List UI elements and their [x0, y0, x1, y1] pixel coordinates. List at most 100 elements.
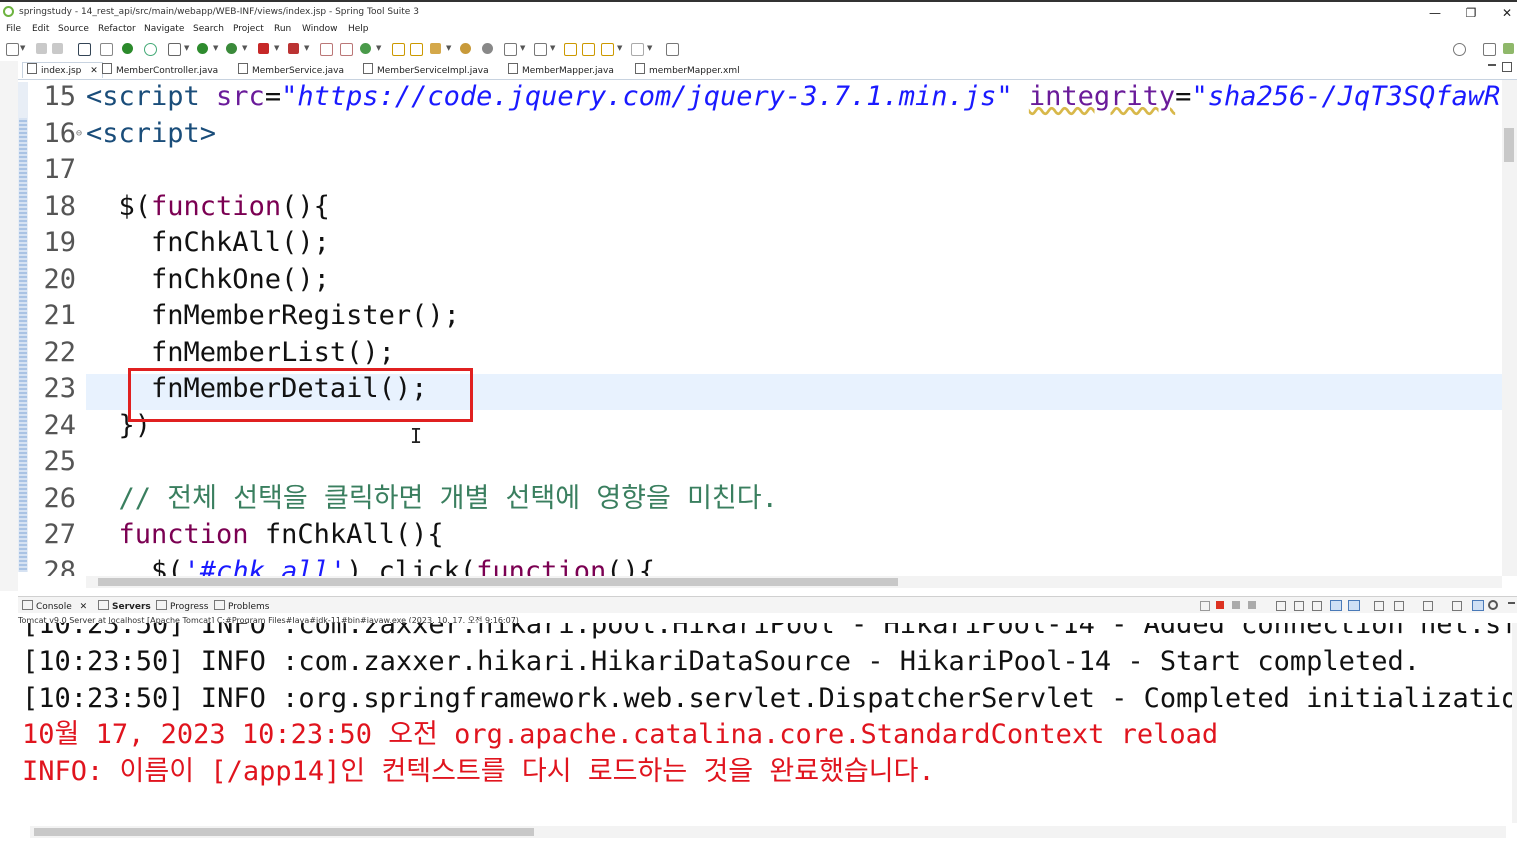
globe-icon[interactable] — [482, 43, 493, 54]
tab-member-service[interactable]: MemberService.java — [238, 63, 344, 78]
debug-icon[interactable] — [168, 43, 181, 56]
open-task-icon[interactable] — [410, 43, 423, 56]
external-tools-icon[interactable] — [288, 43, 299, 54]
editor-horizontal-scroll-thumb[interactable] — [98, 578, 898, 586]
skip-breakpoints-icon[interactable] — [100, 43, 113, 56]
code-token: // 전체 선택을 클릭하면 개별 선택에 영향을 미친다. — [86, 482, 778, 514]
clear-console-icon[interactable] — [1276, 601, 1286, 611]
menu-file[interactable]: File — [6, 24, 21, 34]
open-perspective-icon[interactable] — [1483, 43, 1496, 56]
editor-vertical-scroll-thumb[interactable] — [1504, 128, 1514, 162]
display-selected-console-icon[interactable] — [1394, 601, 1404, 611]
line-number: 26 — [43, 482, 76, 514]
menu-source[interactable]: Source — [58, 24, 89, 34]
close-button[interactable]: ✕ — [1492, 4, 1517, 22]
search-icon[interactable] — [1453, 43, 1466, 56]
last-edit-icon[interactable] — [564, 43, 577, 56]
chevron-down-icon[interactable]: ▼ — [274, 44, 279, 52]
chevron-down-icon[interactable]: ▼ — [647, 44, 652, 52]
tab-index-jsp[interactable]: index.jsp ✕ — [22, 62, 103, 78]
refresh-icon[interactable] — [144, 43, 157, 56]
pin-editor-icon[interactable] — [666, 43, 679, 56]
tab-member-service-impl[interactable]: MemberServiceImpl.java — [363, 63, 489, 78]
minimize-button[interactable]: — — [1420, 4, 1450, 22]
show-on-stdout-icon[interactable] — [1330, 600, 1342, 611]
restore-button[interactable]: ❐ — [1456, 4, 1486, 22]
word-wrap-icon[interactable] — [1312, 601, 1322, 611]
tab-console[interactable]: Console ✕ — [22, 600, 87, 612]
chevron-down-icon[interactable]: ▼ — [617, 44, 622, 52]
console-line: [10:23:50] INFO :org.springframework.web… — [22, 682, 1512, 714]
chevron-down-icon[interactable]: ▼ — [520, 44, 525, 52]
console-horizontal-scroll-thumb[interactable] — [34, 828, 534, 836]
chevron-down-icon[interactable]: ▼ — [446, 44, 451, 52]
stop-icon[interactable] — [258, 43, 269, 54]
chevron-down-icon[interactable]: ▼ — [376, 44, 381, 52]
chevron-down-icon[interactable]: ▼ — [242, 44, 247, 52]
code-editor[interactable]: 15 <script src="https://code.jquery.com/j… — [28, 80, 1502, 576]
back-icon[interactable] — [582, 43, 595, 56]
minimize-console-icon[interactable] — [1508, 602, 1515, 604]
menu-run[interactable]: Run — [274, 24, 291, 34]
chevron-down-icon[interactable]: ▼ — [20, 44, 25, 52]
maximize-editor-icon[interactable] — [1502, 62, 1512, 72]
tab-member-mapper-xml[interactable]: memberMapper.xml — [635, 63, 740, 78]
chevron-down-icon[interactable]: ▼ — [304, 44, 309, 52]
code-token: = — [264, 81, 282, 112]
forward-icon[interactable] — [601, 43, 614, 56]
next-annotation-icon[interactable] — [504, 43, 517, 56]
tab-member-controller[interactable]: MemberController.java — [102, 63, 218, 78]
open-console-icon[interactable] — [78, 43, 91, 56]
minimize-editor-icon[interactable] — [1488, 64, 1496, 66]
menu-project[interactable]: Project — [233, 24, 264, 34]
line-number: 27 — [43, 519, 76, 550]
console-vertical-scrollbar[interactable] — [1512, 623, 1517, 823]
close-icon[interactable]: ✕ — [80, 602, 88, 612]
menu-edit[interactable]: Edit — [32, 24, 49, 34]
run-icon[interactable] — [197, 43, 208, 54]
scroll-lock-icon[interactable] — [1294, 601, 1304, 611]
forward-disabled-icon[interactable] — [631, 43, 644, 56]
tab-label: Progress — [170, 602, 209, 612]
new-icon[interactable] — [6, 43, 19, 56]
menu-help[interactable]: Help — [348, 24, 369, 34]
chevron-down-icon[interactable]: ▼ — [184, 44, 189, 52]
tab-progress[interactable]: Progress — [156, 600, 208, 612]
open-folder-icon[interactable] — [460, 43, 471, 54]
save-icon[interactable] — [36, 43, 47, 54]
new-package-icon[interactable] — [340, 43, 353, 56]
tab-member-mapper-java[interactable]: MemberMapper.java — [508, 63, 614, 78]
terminate-all-icon[interactable] — [1200, 601, 1210, 611]
coverage-icon[interactable] — [226, 43, 237, 54]
remove-all-terminated-icon[interactable] — [1248, 601, 1256, 609]
terminate-icon[interactable] — [1216, 601, 1224, 609]
spring-perspective-icon[interactable] — [1503, 43, 1514, 54]
menu-window[interactable]: Window — [302, 24, 338, 34]
previous-annotation-icon[interactable] — [534, 43, 547, 56]
view-menu-icon[interactable] — [1452, 601, 1462, 611]
tab-servers[interactable]: Servers — [98, 600, 151, 612]
open-console-icon[interactable] — [1423, 601, 1433, 611]
start-server-icon[interactable] — [122, 43, 133, 54]
new-class-icon[interactable] — [360, 43, 371, 54]
chevron-down-icon[interactable]: ▼ — [213, 44, 218, 52]
link-icon[interactable] — [1472, 600, 1484, 611]
new-java-project-icon[interactable] — [320, 43, 333, 56]
show-on-stderr-icon[interactable] — [1348, 600, 1360, 611]
menu-refactor[interactable]: Refactor — [98, 24, 136, 34]
chevron-down-icon[interactable]: ▼ — [550, 44, 555, 52]
console-output[interactable]: [10:23:50] INFO :com.zaxxer.hikari.pool.… — [18, 623, 1512, 823]
open-type-icon[interactable] — [392, 43, 405, 56]
fold-toggle-icon[interactable]: ⊖ — [76, 116, 82, 152]
close-icon[interactable]: ✕ — [90, 66, 98, 76]
gear-icon[interactable] — [1488, 600, 1498, 610]
editor-tab-bar: index.jsp ✕ MemberController.java Member… — [18, 61, 1517, 80]
remove-launch-icon[interactable] — [1232, 601, 1240, 609]
pin-console-icon[interactable] — [1374, 601, 1384, 611]
menu-search[interactable]: Search — [193, 24, 224, 34]
save-all-icon[interactable] — [52, 43, 63, 54]
progress-icon — [156, 600, 167, 610]
menu-navigate[interactable]: Navigate — [144, 24, 184, 34]
search-pencil-icon[interactable] — [430, 43, 441, 54]
tab-problems[interactable]: Problems — [214, 600, 269, 612]
